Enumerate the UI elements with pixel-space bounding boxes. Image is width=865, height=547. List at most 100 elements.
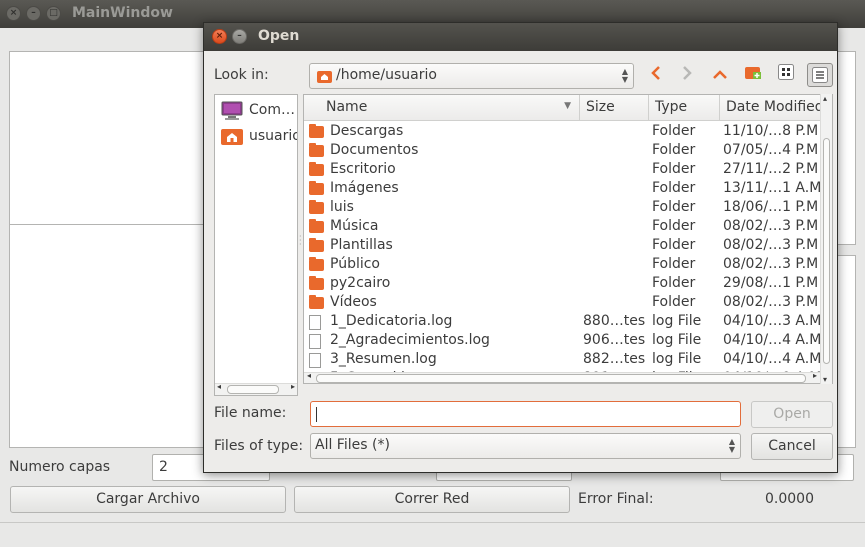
folder-row[interactable]: Música Folder 08/02/…3 P.M	[304, 218, 820, 237]
folder-icon	[309, 257, 324, 271]
correr-red-button[interactable]: Correr Red	[294, 486, 570, 513]
folder-row[interactable]: Descargas Folder 11/10/…8 P.M	[304, 123, 820, 142]
minimize-window-icon[interactable]: –	[26, 6, 41, 21]
column-header-size[interactable]: Size	[580, 95, 649, 121]
back-arrow-icon[interactable]	[643, 63, 669, 87]
scroll-up-icon[interactable]: ▴	[823, 94, 827, 103]
file-date: 08/02/…3 P.M	[723, 256, 819, 272]
look-in-path: /home/usuario	[336, 67, 437, 83]
look-in-combo[interactable]: /home/usuario ▲ ▼	[309, 63, 634, 89]
column-type-label: Type	[655, 99, 688, 115]
file-name: 3_Resumen.log	[330, 351, 437, 367]
file-name: py2cairo	[330, 275, 391, 291]
file-row[interactable]: 2_Agradecimientos.log 906…tes log File 04/1…	[304, 332, 821, 351]
file-type: Folder	[652, 294, 696, 310]
file-row[interactable]: 1_Dedicatoria.log 880…tes log File 04/10/…3…	[304, 313, 821, 332]
file-name-input[interactable]	[310, 401, 741, 427]
cargar-archivo-button[interactable]: Cargar Archivo	[10, 486, 286, 513]
column-header-type[interactable]: Type	[649, 95, 720, 121]
file-row[interactable]: 3_Resumen.log 882…tes log File 04/10/…4 A.M	[304, 351, 821, 370]
graph-panel-bottom	[9, 224, 205, 448]
text-caret	[316, 407, 317, 422]
sidebar-label-usuario: usuario	[249, 128, 298, 144]
scroll-down-icon[interactable]: ▾	[823, 375, 827, 384]
column-header-date[interactable]: Date Modified	[720, 95, 832, 121]
folder-icon	[309, 219, 324, 233]
scroll-right-icon[interactable]: ▸	[291, 382, 295, 391]
forward-arrow-icon[interactable]	[674, 63, 700, 87]
folder-icon	[309, 143, 324, 157]
file-list: Name ▼ Size Type Date Modified Descargas…	[303, 94, 833, 384]
graph-panel-top	[9, 51, 205, 245]
new-folder-icon[interactable]	[740, 63, 766, 87]
folder-row[interactable]: Vídeos Folder 08/02/…3 P.M	[304, 294, 820, 313]
files-of-type-value: All Files (*)	[315, 437, 390, 453]
folder-icon	[309, 295, 324, 309]
scroll-left-icon[interactable]: ◂	[307, 371, 311, 380]
file-date: 04/10/…4 A.M	[723, 332, 821, 348]
file-name: Vídeos	[330, 294, 377, 310]
scroll-left-icon[interactable]: ◂	[217, 382, 221, 391]
folder-row[interactable]: Escritorio Folder 27/11/…2 P.M	[304, 161, 820, 180]
file-date: 27/11/…2 P.M	[723, 161, 819, 177]
sidebar-label-computer: Com…	[249, 102, 295, 118]
column-date-label: Date Modified	[726, 99, 824, 115]
close-window-icon[interactable]: ×	[6, 6, 21, 21]
sidebar-item-usuario[interactable]: usuario	[219, 125, 298, 149]
home-folder-icon	[221, 127, 243, 149]
folder-row[interactable]: Público Folder 08/02/…3 P.M	[304, 256, 820, 275]
folder-row[interactable]: Documentos Folder 07/05/…4 P.M	[304, 142, 820, 161]
file-date: 04/10/…3 A.M	[723, 313, 821, 329]
filelist-hscroll-thumb[interactable]	[316, 374, 806, 383]
filelist-hscrollbar[interactable]: ◂ ▸	[304, 371, 820, 383]
file-name: 2_Agradecimientos.log	[330, 332, 490, 348]
file-size: 882…tes	[583, 351, 645, 367]
files-of-type-combo[interactable]: All Files (*) ▲ ▼	[310, 433, 741, 459]
folder-row[interactable]: Imágenes Folder 13/11/…1 A.M	[304, 180, 821, 199]
scroll-right-icon[interactable]: ▸	[813, 371, 817, 380]
open-button[interactable]: Open	[751, 401, 833, 428]
file-date: 11/10/…8 P.M	[723, 123, 819, 139]
detail-view-icon[interactable]	[807, 63, 833, 87]
numero-capas-value: 2	[159, 459, 168, 475]
file-type: Folder	[652, 142, 696, 158]
file-icon	[309, 315, 321, 330]
file-type: Folder	[652, 237, 696, 253]
open-file-dialog: × – Open Look in: /home/usuario ▲▼ Com…	[203, 22, 838, 473]
places-sidebar: Com… usuario ◂ ▸	[214, 94, 298, 396]
sort-arrow-icon: ▼	[564, 101, 571, 111]
splitter-handle[interactable]: · · ·	[299, 233, 302, 249]
file-type: Folder	[652, 123, 696, 139]
column-header-name[interactable]: Name ▼	[304, 95, 580, 121]
folder-icon	[309, 181, 324, 195]
folder-row[interactable]: py2cairo Folder 29/08/…1 P.M	[304, 275, 820, 294]
cancel-button[interactable]: Cancel	[751, 433, 833, 460]
folder-row[interactable]: luis Folder 18/06/…1 P.M	[304, 199, 820, 218]
list-view-icon[interactable]	[773, 63, 799, 87]
close-dialog-icon[interactable]: ×	[212, 29, 227, 44]
file-name: Documentos	[330, 142, 419, 158]
column-size-label: Size	[586, 99, 615, 115]
file-type: Folder	[652, 180, 696, 196]
folder-icon	[309, 276, 324, 290]
filelist-vscroll-thumb[interactable]	[823, 138, 830, 364]
combo-arrows-icon: ▲ ▼	[621, 67, 628, 84]
file-type: Folder	[652, 199, 696, 215]
file-type: Folder	[652, 256, 696, 272]
sidebar-hscroll-thumb[interactable]	[227, 385, 279, 394]
file-date: 08/02/…3 P.M	[723, 237, 819, 253]
maximize-window-icon[interactable]: □	[46, 6, 61, 21]
file-name: Escritorio	[330, 161, 396, 177]
dialog-title: Open	[258, 28, 300, 44]
parent-directory-icon[interactable]	[707, 63, 733, 87]
file-size: 906…tes	[583, 332, 645, 348]
minimize-dialog-icon[interactable]: –	[232, 29, 247, 44]
file-date: 18/06/…1 P.M	[723, 199, 819, 215]
folder-row[interactable]: Plantillas Folder 08/02/…3 P.M	[304, 237, 820, 256]
filelist-vscrollbar[interactable]: ▴ ▾	[820, 94, 832, 384]
file-date: 29/08/…1 P.M	[723, 275, 819, 291]
file-type: Folder	[652, 275, 696, 291]
sidebar-hscrollbar[interactable]: ◂ ▸	[215, 382, 297, 395]
sidebar-item-computer[interactable]: Com…	[219, 99, 297, 123]
file-date: 13/11/…1 A.M	[723, 180, 821, 196]
